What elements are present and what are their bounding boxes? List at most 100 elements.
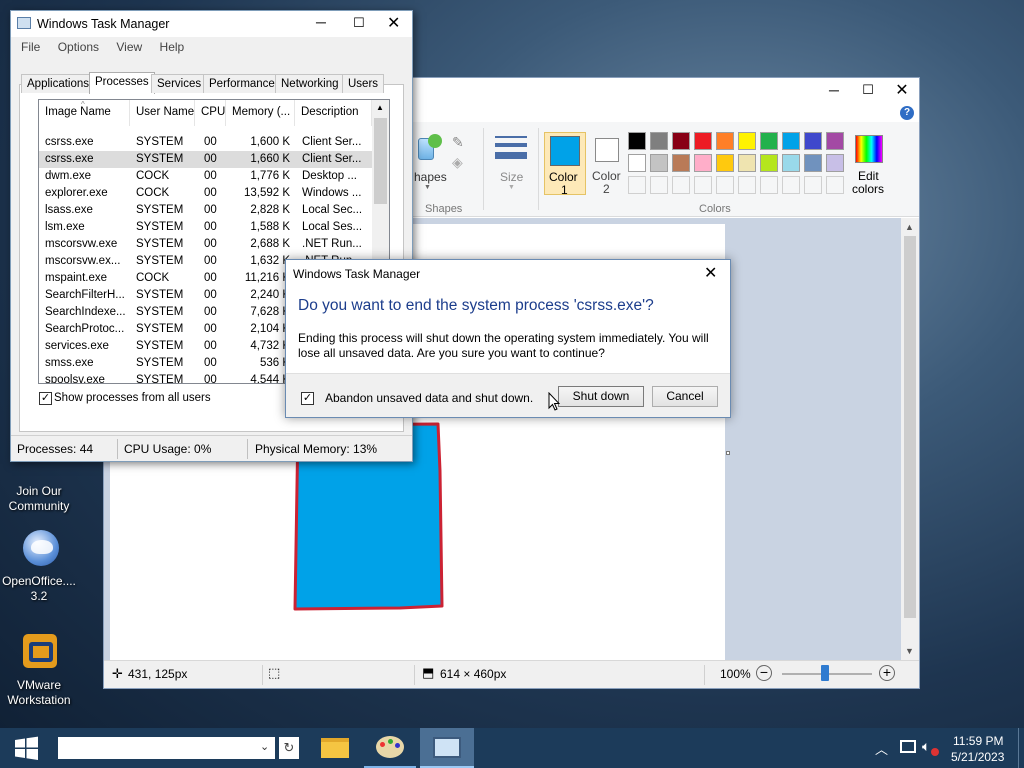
- tab-users[interactable]: Users: [342, 74, 385, 93]
- fill-icon[interactable]: ◈: [452, 154, 463, 171]
- desktop-icon-openoffice[interactable]: OpenOffice.... 3.2: [1, 528, 77, 604]
- palette-swatch-empty[interactable]: [826, 176, 844, 194]
- palette-swatch[interactable]: [826, 132, 844, 150]
- cancel-button[interactable]: Cancel: [652, 386, 718, 407]
- palette-swatch[interactable]: [672, 154, 690, 172]
- palette-swatch-empty[interactable]: [804, 176, 822, 194]
- table-row[interactable]: csrss.exe SYSTEM 00 1,660 K Client Ser...: [39, 151, 372, 168]
- zoom-out-button[interactable]: −: [756, 665, 772, 681]
- palette-swatch[interactable]: [716, 132, 734, 150]
- scroll-thumb[interactable]: [904, 236, 916, 618]
- clock-date[interactable]: 5/21/2023: [951, 750, 1004, 764]
- taskbar-search-input[interactable]: ⌄: [58, 737, 275, 759]
- column-memory[interactable]: Memory (...: [226, 100, 295, 126]
- menu-view[interactable]: View: [116, 40, 142, 54]
- menu-file[interactable]: File: [21, 40, 40, 54]
- paint-taskbar-button[interactable]: [364, 728, 416, 768]
- zoom-in-button[interactable]: +: [879, 665, 895, 681]
- tab-networking[interactable]: Networking: [275, 74, 345, 93]
- palette-swatch[interactable]: [628, 154, 646, 172]
- scroll-thumb[interactable]: [374, 118, 387, 204]
- palette-swatch[interactable]: [782, 132, 800, 150]
- edit-colors-button[interactable]: Edit colors: [850, 132, 890, 196]
- size-icon[interactable]: [495, 136, 527, 159]
- volume-muted-icon[interactable]: 🔈︎: [922, 738, 930, 755]
- palette-swatch[interactable]: [716, 154, 734, 172]
- minimize-button[interactable]: ─: [824, 82, 844, 100]
- palette-swatch-empty[interactable]: [672, 176, 690, 194]
- tab-applications[interactable]: Applications: [21, 74, 96, 93]
- palette-swatch[interactable]: [738, 154, 756, 172]
- zoom-slider-thumb[interactable]: [821, 665, 829, 681]
- refresh-icon[interactable]: ↻: [279, 737, 299, 759]
- maximize-button[interactable]: ☐: [353, 15, 365, 31]
- palette-swatch-empty[interactable]: [694, 176, 712, 194]
- shutdown-button[interactable]: Shut down: [558, 386, 644, 407]
- palette-swatch[interactable]: [826, 154, 844, 172]
- abandon-checkbox-label[interactable]: Abandon unsaved data and shut down.: [325, 391, 533, 405]
- desktop-icon-vmware[interactable]: VMware Workstation: [1, 632, 77, 708]
- close-button[interactable]: ✕: [892, 80, 912, 99]
- menu-help[interactable]: Help: [160, 40, 185, 54]
- size-label[interactable]: Size: [500, 170, 523, 184]
- tab-services[interactable]: Services: [151, 74, 208, 93]
- column-cpu[interactable]: CPU: [195, 100, 226, 126]
- palette-swatch-empty[interactable]: [738, 176, 756, 194]
- palette-swatch[interactable]: [760, 132, 778, 150]
- close-button[interactable]: ✕: [704, 263, 717, 283]
- table-row[interactable]: dwm.exe COCK 00 1,776 K Desktop ...: [39, 168, 372, 185]
- column-user-name[interactable]: User Name: [130, 100, 195, 126]
- show-all-checkbox[interactable]: ✓: [39, 392, 52, 405]
- start-button[interactable]: [0, 728, 52, 768]
- minimize-button[interactable]: ─: [316, 14, 326, 30]
- palette-swatch[interactable]: [804, 132, 822, 150]
- show-hidden-icons-button[interactable]: ︿: [875, 739, 888, 758]
- palette-swatch[interactable]: [804, 154, 822, 172]
- palette-swatch[interactable]: [650, 154, 668, 172]
- palette-swatch-empty[interactable]: [760, 176, 778, 194]
- palette-swatch[interactable]: [782, 154, 800, 172]
- scroll-up-icon[interactable]: ▲: [376, 103, 384, 112]
- vertical-scrollbar[interactable]: ▲ ▼: [901, 218, 919, 661]
- palette-swatch-empty[interactable]: [628, 176, 646, 194]
- taskmanager-taskbar-button[interactable]: [420, 728, 474, 768]
- palette-swatch[interactable]: [650, 132, 668, 150]
- palette-swatch[interactable]: [628, 132, 646, 150]
- palette-swatch-empty[interactable]: [782, 176, 800, 194]
- color2-button[interactable]: Color 2: [590, 132, 626, 196]
- table-row[interactable]: csrss.exe SYSTEM 00 1,600 K Client Ser...: [39, 134, 372, 151]
- color1-button[interactable]: Color 1: [544, 132, 586, 197]
- scroll-up-icon[interactable]: ▲: [905, 222, 914, 232]
- shapes-label[interactable]: hapes: [414, 170, 447, 184]
- palette-swatch-empty[interactable]: [650, 176, 668, 194]
- clock-time[interactable]: 11:59 PM: [953, 734, 1003, 748]
- chevron-down-icon[interactable]: ⌄: [260, 740, 269, 753]
- maximize-button[interactable]: ☐: [858, 82, 878, 100]
- show-all-label[interactable]: Show processes from all users: [54, 392, 211, 404]
- tab-performance[interactable]: Performance: [203, 74, 281, 93]
- table-cell: 7,628 K: [250, 306, 290, 318]
- close-button[interactable]: ✕: [387, 13, 400, 33]
- palette-swatch[interactable]: [760, 154, 778, 172]
- table-row[interactable]: lsass.exe SYSTEM 00 2,828 K Local Sec...: [39, 202, 372, 219]
- palette-swatch[interactable]: [738, 132, 756, 150]
- palette-swatch-empty[interactable]: [716, 176, 734, 194]
- network-icon[interactable]: [900, 740, 916, 753]
- outline-icon[interactable]: ✎: [452, 134, 464, 151]
- abandon-checkbox[interactable]: ✓: [301, 392, 314, 405]
- shapes-icon[interactable]: [418, 134, 444, 164]
- table-row[interactable]: explorer.exe COCK 00 13,592 K Windows ...: [39, 185, 372, 202]
- palette-swatch[interactable]: [672, 132, 690, 150]
- menu-options[interactable]: Options: [58, 40, 99, 54]
- table-row[interactable]: lsm.exe SYSTEM 00 1,588 K Local Ses...: [39, 219, 372, 236]
- palette-swatch[interactable]: [694, 132, 712, 150]
- help-icon[interactable]: ?: [900, 106, 914, 120]
- file-explorer-button[interactable]: [308, 728, 360, 768]
- table-row[interactable]: mscorsvw.exe SYSTEM 00 2,688 K .NET Run...: [39, 236, 372, 253]
- scroll-down-icon[interactable]: ▼: [905, 646, 914, 656]
- tab-processes[interactable]: Processes: [89, 72, 155, 94]
- column-description[interactable]: Description: [295, 100, 372, 126]
- palette-swatch[interactable]: [694, 154, 712, 172]
- show-desktop-button[interactable]: [1018, 728, 1024, 768]
- canvas-resize-handle[interactable]: [726, 451, 730, 455]
